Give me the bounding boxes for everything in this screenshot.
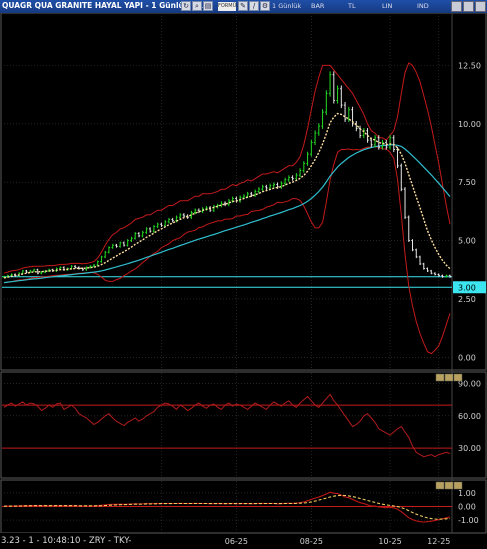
price-axis-label: 12.50 [458, 61, 481, 70]
price-axis-label: 5.00 [458, 237, 476, 246]
time-axis-label: 06-25 [225, 537, 248, 546]
close-icon[interactable] [475, 1, 486, 12]
window-controls [451, 1, 486, 12]
trendline-icon[interactable]: / [249, 1, 259, 11]
time-axis-label: 08-25 [300, 537, 323, 546]
rsi-axis-label: 60.00 [458, 412, 481, 421]
zoom-icon[interactable]: ⌕ [192, 1, 202, 11]
formula-box[interactable]: FORMÜL [218, 2, 239, 11]
last-value-label: 3.00 [458, 283, 476, 292]
chart-area[interactable]: 06-25 08-25 10-25 12-25 12.50 10.00 7.50 5.00 2.… [0, 13, 487, 549]
price-axis-label: 0.00 [458, 353, 476, 362]
macd-axis-label: -1.00 [458, 516, 479, 525]
price-axis-label: 7.50 [458, 178, 476, 187]
drawing-tools: ✎ / ⚙ [238, 1, 270, 11]
refresh-icon[interactable]: ↻ [181, 1, 191, 11]
panel-close-icon [453, 481, 463, 490]
chart-type-selector[interactable]: BAR [311, 2, 324, 10]
panel-minimize-icon [435, 481, 445, 490]
minimize-icon[interactable] [451, 1, 462, 12]
panel-maximize-icon [444, 481, 454, 490]
settings-icon[interactable]: ⚙ [260, 1, 270, 11]
rsi-axis-label: 30.00 [458, 444, 481, 453]
maximize-icon[interactable] [463, 1, 474, 12]
chart-toolbar: ↻ ⌕ ▤ [181, 1, 213, 12]
currency-selector[interactable]: TL [348, 2, 356, 10]
panel-minimize-icon [435, 373, 445, 382]
rsi-panel [0, 371, 487, 479]
panel-close-icon [453, 373, 463, 382]
macd-axis-label: 1.00 [458, 489, 476, 498]
status-bar: 3.23 - 1 - 10:48:10 - ZRY - TKY- [0, 533, 131, 549]
print-icon[interactable]: ▤ [203, 1, 213, 11]
price-axis-label: 10.00 [458, 120, 481, 129]
price-axis-label: 2.50 [458, 295, 476, 304]
indicator-selector[interactable]: IND [417, 2, 429, 10]
pencil-icon[interactable]: ✎ [238, 1, 248, 11]
time-axis-label: 10-25 [378, 537, 401, 546]
macd-axis-label: 0.00 [458, 503, 476, 512]
time-axis-label: 12-25 [427, 537, 450, 546]
title-bar: QUAGR QUA GRANITE HAYAL YAPI - 1 Günlük … [0, 0, 487, 13]
scale-selector[interactable]: LIN [382, 2, 392, 10]
period-selector[interactable]: 1 Günlük [272, 2, 301, 10]
panel-maximize-icon [444, 373, 454, 382]
